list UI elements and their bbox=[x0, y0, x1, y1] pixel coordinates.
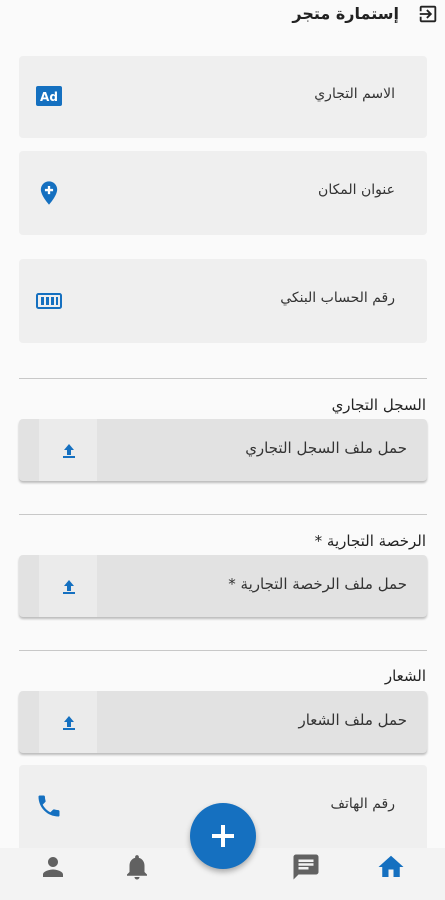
divider bbox=[19, 514, 427, 515]
commercial-register-upload-button[interactable]: حمل ملف السجل التجاري bbox=[19, 419, 427, 481]
trade-license-upload-button[interactable]: حمل ملف الرخصة التجارية * bbox=[19, 555, 427, 617]
commercial-register-label: السجل التجاري bbox=[331, 396, 426, 414]
bell-icon[interactable] bbox=[122, 852, 152, 882]
chat-icon[interactable] bbox=[291, 852, 321, 882]
divider bbox=[19, 650, 427, 651]
address-field[interactable]: عنوان المكان bbox=[19, 151, 427, 235]
bank-account-field[interactable]: رقم الحساب البنكي bbox=[19, 259, 427, 343]
upload-icon bbox=[60, 439, 78, 459]
phone-label: رقم الهاتف bbox=[330, 796, 395, 812]
plus-icon bbox=[212, 825, 234, 847]
logo-label: الشعار bbox=[384, 667, 426, 685]
svg-text:Ad: Ad bbox=[40, 90, 58, 104]
trade-license-label: الرخصة التجارية * bbox=[314, 532, 426, 550]
page-title: إستمارة متجر bbox=[292, 4, 399, 23]
trade-name-label: الاسم التجاري bbox=[314, 86, 395, 102]
divider bbox=[19, 378, 427, 379]
bank-account-label: رقم الحساب البنكي bbox=[280, 290, 395, 306]
upload-icon-area bbox=[39, 419, 97, 481]
commercial-register-upload-label: حمل ملف السجل التجاري bbox=[245, 439, 407, 457]
trade-license-upload-label: حمل ملف الرخصة التجارية * bbox=[228, 575, 407, 593]
add-fab-button[interactable] bbox=[190, 803, 256, 869]
upload-icon-area bbox=[39, 691, 97, 753]
logo-upload-label: حمل ملف الشعار bbox=[298, 711, 407, 729]
exit-icon[interactable] bbox=[417, 3, 439, 25]
location-pin-icon bbox=[35, 179, 63, 207]
trade-name-field[interactable]: الاسم التجاري Ad bbox=[19, 56, 427, 138]
bank-account-icon bbox=[35, 287, 63, 315]
ad-icon: Ad bbox=[35, 84, 63, 112]
phone-icon bbox=[35, 792, 63, 820]
upload-icon bbox=[60, 711, 78, 731]
app-header: إستمارة متجر bbox=[0, 0, 445, 32]
upload-icon bbox=[60, 575, 78, 595]
address-label: عنوان المكان bbox=[318, 182, 395, 198]
logo-upload-button[interactable]: حمل ملف الشعار bbox=[19, 691, 427, 753]
upload-icon-area bbox=[39, 555, 97, 617]
person-icon[interactable] bbox=[38, 852, 68, 882]
home-icon[interactable] bbox=[375, 852, 405, 882]
